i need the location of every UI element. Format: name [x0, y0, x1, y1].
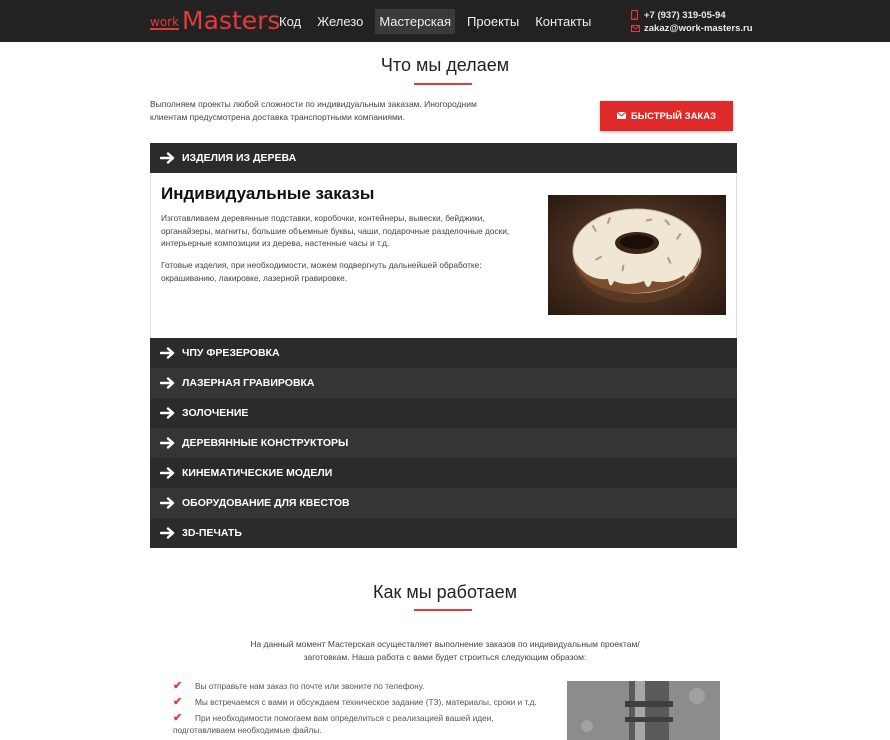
step-text-continued: подготавливаем необходимые файлы.	[173, 725, 322, 735]
email-address: zakaz@work-masters.ru	[644, 23, 753, 34]
section-lead-text: Выполняем проекты любой сложности по инд…	[150, 99, 477, 122]
step-text: Вы отправьте нам заказ по почте или звон…	[195, 681, 425, 691]
nav-item-hardware[interactable]: Железо	[313, 9, 367, 34]
envelope-icon	[616, 111, 627, 121]
arrow-right-icon	[160, 467, 176, 479]
accordion-header-constructors[interactable]: ДЕРЕВЯННЫЕ КОНСТРУКТОРЫ	[150, 428, 737, 458]
nav-item-code[interactable]: Код	[275, 9, 305, 34]
machine-drill-photo	[567, 681, 720, 740]
nav-item-contacts[interactable]: Контакты	[531, 9, 595, 34]
accordion-header-quests[interactable]: ОБОРУДОВАНИЕ ДЛЯ КВЕСТОВ	[150, 488, 737, 518]
accordion-label: ИЗДЕЛИЯ ИЗ ДЕРЕВА	[182, 152, 297, 164]
step-text: Мы встречаемся с вами и обсуждаем технич…	[195, 697, 537, 707]
wooden-donut-photo	[548, 195, 726, 315]
panel-paragraph-2: Готовые изделия, при необходимости, може…	[161, 260, 482, 283]
logo-work-text: work	[150, 15, 180, 30]
accordion-label: ЗОЛОЧЕНИЕ	[182, 407, 249, 419]
nav-item-workshop[interactable]: Мастерская	[375, 9, 456, 34]
top-navbar: work Masters Код Железо Мастерская Проек…	[0, 0, 890, 42]
arrow-right-icon	[160, 152, 176, 164]
panel-heading: Индивидуальные заказы	[161, 184, 375, 203]
accordion-label: ЧПУ ФРЕЗЕРОВКА	[182, 347, 280, 359]
accordion-header-gilding[interactable]: ЗОЛОЧЕНИЕ	[150, 398, 737, 428]
list-item: ✔ Мы встречаемся с вами и обсуждаем техн…	[173, 696, 553, 708]
arrow-right-icon	[160, 347, 176, 359]
arrow-right-icon	[160, 377, 176, 389]
accordion-header-kinematic[interactable]: КИНЕМАТИЧЕСКИЕ МОДЕЛИ	[150, 458, 737, 488]
arrow-right-icon	[160, 437, 176, 449]
email-row[interactable]: zakaz@work-masters.ru	[631, 22, 753, 35]
section-title-how-we-work: Как мы работаем	[372, 582, 518, 602]
accordion-label: 3D-ПЕЧАТЬ	[182, 527, 242, 539]
accordion-header-wood[interactable]: ИЗДЕЛИЯ ИЗ ДЕРЕВА	[150, 143, 737, 173]
section2-lead-text: На данный момент Мастерская осуществляет…	[250, 639, 640, 662]
accordion-label: ЛАЗЕРНАЯ ГРАВИРОВКА	[182, 377, 315, 389]
header-contacts: +7 (937) 319-05-94 zakaz@work-masters.ru	[630, 9, 753, 35]
arrow-right-icon	[160, 497, 176, 509]
accordion-header-laser[interactable]: ЛАЗЕРНАЯ ГРАВИРОВКА	[150, 368, 737, 398]
quick-order-button[interactable]: БЫСТРЫЙ ЗАКАЗ	[600, 101, 733, 131]
arrow-right-icon	[160, 527, 176, 539]
title-underline	[414, 609, 472, 611]
quick-order-label: БЫСТРЫЙ ЗАКАЗ	[630, 110, 717, 122]
accordion-label: КИНЕМАТИЧЕСКИЕ МОДЕЛИ	[182, 467, 333, 479]
nav-item-projects[interactable]: Проекты	[463, 9, 523, 34]
check-icon: ✔	[173, 712, 183, 724]
accordion-header-cnc[interactable]: ЧПУ ФРЕЗЕРОВКА	[150, 338, 737, 368]
main-nav: Код Железо Мастерская Проекты Контакты	[275, 9, 603, 34]
accordion-panel-wood: Индивидуальные заказы Изготавливаем дере…	[150, 173, 737, 338]
arrow-right-icon	[160, 407, 176, 419]
section-title-what-we-do: Что мы делаем	[380, 55, 510, 75]
phone-number: +7 (937) 319-05-94	[644, 10, 726, 21]
envelope-icon	[631, 24, 641, 34]
logo-masters-text: Masters	[182, 6, 281, 35]
title-underline	[414, 83, 472, 85]
list-item: ✔ При необходимости помогаем вам определ…	[173, 712, 553, 736]
step-text: При необходимости помогаем вам определит…	[195, 713, 494, 723]
steps-list: ✔ Вы отправьте нам заказ по почте или зв…	[173, 680, 553, 740]
accordion-label: ОБОРУДОВАНИЕ ДЛЯ КВЕСТОВ	[182, 497, 350, 509]
panel-paragraph-1: Изготавливаем деревянные подставки, коро…	[161, 213, 510, 248]
site-logo[interactable]: work Masters	[150, 8, 280, 34]
phone-icon	[630, 9, 641, 22]
accordion-header-3d-print[interactable]: 3D-ПЕЧАТЬ	[150, 518, 737, 548]
check-icon: ✔	[173, 696, 183, 708]
check-icon: ✔	[173, 680, 183, 692]
accordion-label: ДЕРЕВЯННЫЕ КОНСТРУКТОРЫ	[182, 437, 349, 449]
list-item: ✔ Вы отправьте нам заказ по почте или зв…	[173, 680, 553, 692]
phone-row[interactable]: +7 (937) 319-05-94	[630, 9, 753, 22]
